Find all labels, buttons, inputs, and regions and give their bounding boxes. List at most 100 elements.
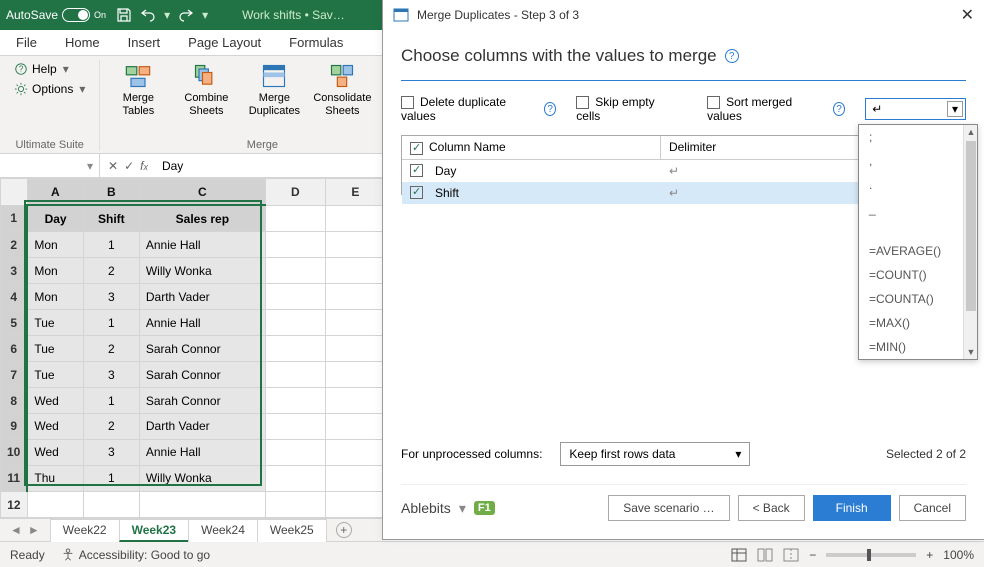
cancel-formula-icon[interactable]: ✕ — [108, 159, 118, 173]
cell[interactable]: Tue — [27, 310, 83, 336]
chevron-down-icon[interactable]: ▾ — [735, 447, 741, 461]
back-button[interactable]: < Back — [738, 495, 805, 521]
cell[interactable]: Darth Vader — [139, 414, 265, 440]
opt-delete-duplicate[interactable]: Delete duplicate values — [401, 95, 524, 123]
cell[interactable]: Wed — [27, 388, 83, 414]
dropdown-item[interactable]: , — [859, 149, 963, 173]
cell[interactable]: 3 — [83, 284, 139, 310]
dropdown-item[interactable]: . — [859, 173, 963, 197]
cell[interactable]: 3 — [83, 439, 139, 465]
zoom-level[interactable]: 100% — [943, 548, 974, 562]
zoom-out-button[interactable]: − — [809, 548, 816, 562]
dropdown-item[interactable]: ; — [859, 125, 963, 149]
tab-insert[interactable]: Insert — [126, 31, 163, 54]
cell[interactable]: 2 — [83, 414, 139, 440]
save-icon[interactable] — [116, 7, 132, 23]
name-box[interactable]: ▾ — [0, 154, 100, 177]
tab-formulas[interactable]: Formulas — [287, 31, 345, 54]
dropdown-item[interactable]: =AVERAGE() — [859, 239, 963, 263]
col-header-C[interactable]: C — [139, 179, 265, 206]
tab-pagelayout[interactable]: Page Layout — [186, 31, 263, 54]
sheet-tab[interactable]: Week25 — [257, 519, 327, 542]
zoom-in-button[interactable]: + — [926, 548, 933, 562]
cell[interactable]: Wed — [27, 439, 83, 465]
f1-badge[interactable]: F1 — [474, 501, 495, 515]
cell-A1[interactable]: Day — [27, 205, 83, 232]
fx-icon[interactable]: fx — [140, 159, 148, 173]
cell[interactable]: Darth Vader — [139, 284, 265, 310]
add-sheet-button[interactable]: + — [336, 522, 352, 538]
cell[interactable]: Sarah Connor — [139, 362, 265, 388]
sheet-tab[interactable]: Week24 — [188, 519, 258, 542]
tab-home[interactable]: Home — [63, 31, 102, 54]
cell-C1[interactable]: Sales rep — [139, 205, 265, 232]
cell[interactable]: 2 — [83, 336, 139, 362]
delimiter-combo[interactable]: ↵ ▾ — [865, 98, 966, 120]
view-pagebreak-icon[interactable] — [783, 548, 799, 562]
cell[interactable]: Tue — [27, 362, 83, 388]
cell[interactable]: 1 — [83, 232, 139, 258]
dropdown-item[interactable] — [859, 221, 963, 239]
cell[interactable]: Sarah Connor — [139, 336, 265, 362]
dropdown-item[interactable]: =COUNTA() — [859, 287, 963, 311]
delimiter-dropdown[interactable]: ;,._ =AVERAGE()=COUNT()=COUNTA()=MAX()=M… — [858, 124, 978, 360]
dropdown-item[interactable]: =COUNT() — [859, 263, 963, 287]
sheet-nav-next-icon[interactable]: ► — [28, 523, 40, 537]
cell[interactable]: Wed — [27, 414, 83, 440]
cell[interactable]: Tue — [27, 336, 83, 362]
dropdown-item[interactable]: =MAX() — [859, 311, 963, 335]
cell[interactable]: Mon — [27, 258, 83, 284]
cell[interactable]: Annie Hall — [139, 232, 265, 258]
select-all-checkbox[interactable] — [410, 142, 423, 155]
dropdown-item[interactable]: _ — [859, 197, 963, 221]
cancel-button[interactable]: Cancel — [899, 495, 966, 521]
chevron-down-icon[interactable]: ▾ — [947, 101, 963, 117]
cell[interactable]: Annie Hall — [139, 439, 265, 465]
help-icon[interactable]: ? — [833, 102, 845, 116]
redo-icon[interactable] — [178, 7, 194, 23]
help-icon[interactable]: ? — [544, 102, 556, 116]
combine-sheets-button[interactable]: Combine Sheets — [174, 60, 238, 119]
finish-button[interactable]: Finish — [813, 495, 891, 521]
consolidate-sheets-button[interactable]: Consolidate Sheets — [310, 60, 374, 119]
chevron-down-icon[interactable]: ▾ — [459, 500, 466, 517]
cell[interactable]: Willy Wonka — [139, 258, 265, 284]
cell[interactable]: Annie Hall — [139, 310, 265, 336]
dropdown-item[interactable]: =MIN() — [859, 335, 963, 359]
col-header-E[interactable]: E — [325, 179, 385, 206]
dropdown-scrollbar[interactable]: ▲▼ — [963, 125, 977, 359]
tab-file[interactable]: File — [14, 31, 39, 54]
help-button[interactable]: ? Help▾ — [8, 60, 91, 78]
zoom-slider[interactable] — [826, 553, 916, 557]
sheet-tab[interactable]: Week22 — [50, 519, 120, 542]
col-header-A[interactable]: A — [27, 179, 83, 206]
sheet-nav-prev-icon[interactable]: ◄ — [10, 523, 22, 537]
opt-skip-empty[interactable]: Skip empty cells — [576, 95, 667, 123]
brand-label[interactable]: Ablebits — [401, 500, 451, 516]
close-icon[interactable]: ✕ — [961, 5, 974, 25]
cell[interactable]: 1 — [83, 465, 139, 491]
undo-icon[interactable] — [140, 7, 156, 23]
col-header-B[interactable]: B — [83, 179, 139, 206]
cell[interactable]: 1 — [83, 388, 139, 414]
enter-formula-icon[interactable]: ✓ — [124, 159, 134, 173]
options-button[interactable]: Options▾ — [8, 80, 91, 98]
col-header-D[interactable]: D — [265, 179, 325, 206]
cell[interactable]: 3 — [83, 362, 139, 388]
help-icon[interactable]: ? — [725, 49, 739, 63]
cell[interactable]: Thu — [27, 465, 83, 491]
merge-tables-button[interactable]: Merge Tables — [106, 60, 170, 119]
view-normal-icon[interactable] — [731, 548, 747, 562]
cell[interactable]: Mon — [27, 232, 83, 258]
cell[interactable]: Mon — [27, 284, 83, 310]
opt-sort-merged[interactable]: Sort merged values — [707, 95, 813, 123]
cell[interactable]: Willy Wonka — [139, 465, 265, 491]
autosave-toggle[interactable] — [62, 8, 90, 22]
save-scenario-button[interactable]: Save scenario … — [608, 495, 729, 521]
view-pagelayout-icon[interactable] — [757, 548, 773, 562]
sheet-tab[interactable]: Week23 — [119, 519, 189, 542]
unprocessed-select[interactable]: Keep first rows data ▾ — [560, 442, 750, 466]
cell[interactable]: Sarah Connor — [139, 388, 265, 414]
cell[interactable]: 2 — [83, 258, 139, 284]
cell[interactable]: 1 — [83, 310, 139, 336]
